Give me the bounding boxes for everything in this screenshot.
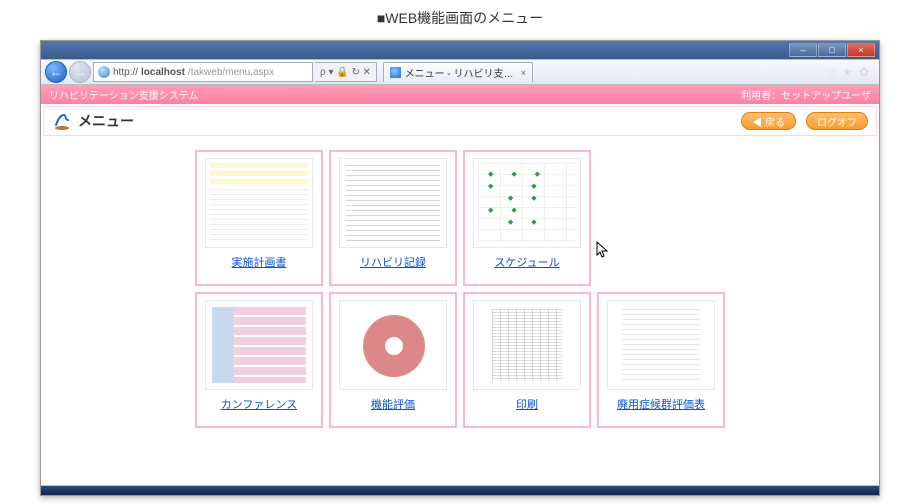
- window-minimize-button[interactable]: –: [789, 43, 817, 57]
- menu-card[interactable]: リハビリ記録: [329, 150, 457, 286]
- tab-close-button[interactable]: ×: [521, 68, 526, 78]
- system-name: リハビリテーション支援システム: [49, 87, 199, 102]
- menu-thumbnail: [205, 158, 313, 248]
- url-path: /takweb/menu.aspx: [188, 67, 274, 78]
- menu-thumbnail: [205, 300, 313, 390]
- menu-card[interactable]: スケジュール: [463, 150, 591, 286]
- menu-card-empty: [597, 150, 725, 286]
- menu-link[interactable]: 機能評価: [371, 396, 415, 412]
- menu-card[interactable]: 機能評価: [329, 292, 457, 428]
- menu-link[interactable]: 印刷: [516, 396, 538, 412]
- menu-grid: 実施計画書 リハビリ記録 スケジュールカンファレンス 機能評価 印刷 廃用症候群評価表: [41, 144, 879, 434]
- taskbar-strip: [41, 485, 879, 495]
- home-icon[interactable]: ⌂: [829, 65, 836, 79]
- nav-forward-button[interactable]: →: [69, 61, 91, 83]
- logoff-button[interactable]: ログオフ: [806, 112, 868, 130]
- page-title-row: メニュー ◀ 戻る ログオフ: [43, 106, 877, 136]
- address-bar-tools[interactable]: ρ ▾ 🔒 ↻ ✕: [315, 62, 377, 82]
- menu-card[interactable]: カンファレンス: [195, 292, 323, 428]
- menu-link[interactable]: 実施計画書: [232, 254, 287, 270]
- tab-title: メニュー - リハビリ支援...: [405, 65, 517, 80]
- window-titlebar: – □ ×: [41, 41, 879, 59]
- menu-link[interactable]: 廃用症候群評価表: [617, 396, 705, 412]
- url-host: localhost: [141, 67, 185, 78]
- menu-thumbnail: [339, 300, 447, 390]
- page-content: リハビリテーション支援システム 利用者：セットアップユーザ メニュー ◀ 戻る …: [41, 85, 879, 485]
- current-user-label: 利用者：セットアップユーザ: [741, 87, 871, 102]
- globe-icon: [98, 66, 110, 78]
- back-button[interactable]: ◀ 戻る: [741, 112, 796, 130]
- menu-card[interactable]: 印刷: [463, 292, 591, 428]
- settings-icon[interactable]: ✿: [859, 65, 869, 79]
- window-maximize-button[interactable]: □: [818, 43, 846, 57]
- browser-tab[interactable]: メニュー - リハビリ支援... ×: [383, 62, 533, 82]
- menu-link[interactable]: カンファレンス: [221, 396, 297, 412]
- menu-thumbnail: [473, 158, 581, 248]
- app-logo-icon: [52, 111, 72, 131]
- page-title: メニュー: [78, 111, 731, 131]
- window-close-button[interactable]: ×: [847, 43, 875, 57]
- tab-favicon-icon: [390, 67, 401, 78]
- menu-thumbnail: [607, 300, 715, 390]
- menu-link[interactable]: スケジュール: [494, 254, 559, 270]
- browser-right-tools: ⌂ ★ ✿: [829, 65, 875, 79]
- menu-thumbnail: [339, 158, 447, 248]
- favorites-icon[interactable]: ★: [842, 65, 853, 79]
- page-heading: ■WEB機能画面のメニュー: [0, 0, 920, 32]
- menu-link[interactable]: リハビリ記録: [360, 254, 426, 270]
- menu-thumbnail: [473, 300, 581, 390]
- browser-toolbar: ← → http:// localhost /takweb/menu.aspx …: [41, 59, 879, 85]
- browser-window: – □ × ← → http:// localhost /takweb/menu…: [40, 40, 880, 496]
- menu-card[interactable]: 実施計画書: [195, 150, 323, 286]
- url-scheme: http://: [113, 67, 138, 78]
- system-header-bar: リハビリテーション支援システム 利用者：セットアップユーザ: [41, 85, 879, 104]
- nav-back-button[interactable]: ←: [45, 61, 67, 83]
- menu-card[interactable]: 廃用症候群評価表: [597, 292, 725, 428]
- address-bar[interactable]: http:// localhost /takweb/menu.aspx: [93, 62, 313, 82]
